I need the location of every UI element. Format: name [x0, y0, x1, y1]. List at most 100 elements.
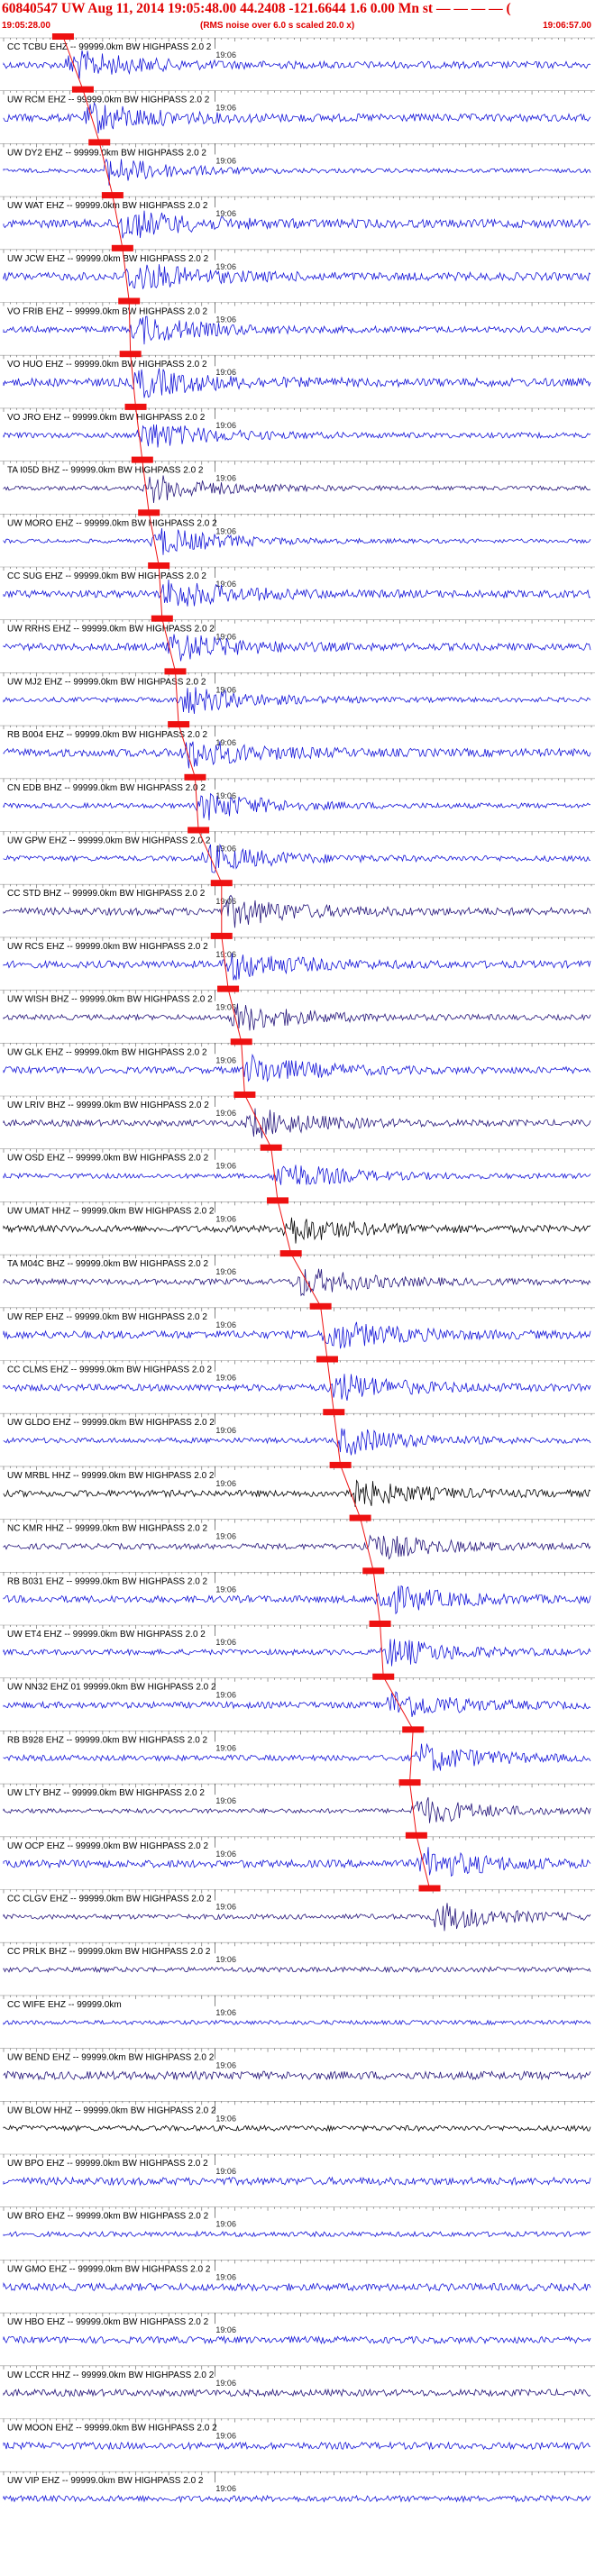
- minute-tick-label: 19:06: [215, 685, 236, 694]
- trace-label: UW NN32 EHZ 01 99999.0km BW HIGHPASS 2.0…: [7, 1683, 216, 1693]
- waveform-trace: [3, 579, 591, 607]
- trace-label: CN EDB BHZ -- 99999.0km BW HIGHPASS 2.0 …: [7, 783, 206, 793]
- trace-label: UW LTY BHZ -- 99999.0km BW HIGHPASS 2.0 …: [7, 1788, 205, 1798]
- waveform-trace: [3, 843, 591, 873]
- trace-label: NC KMR HHZ -- 99999.0km BW HIGHPASS 2.0 …: [7, 1524, 208, 1534]
- trace-label: CC SUG EHZ -- 99999.0km BW HIGHPASS 2.0 …: [7, 571, 206, 581]
- trace-label: UW BEND EHZ -- 99999.0km BW HIGHPASS 2.0…: [7, 2053, 215, 2063]
- waveform-trace: [3, 2230, 591, 2238]
- minute-tick-label: 19:06: [215, 1055, 236, 1064]
- waveform-trace: [3, 210, 591, 239]
- minute-tick-label: 19:06: [215, 526, 236, 535]
- waveform-trace: [3, 315, 591, 345]
- minute-tick-label: 19:06: [215, 950, 236, 959]
- trace-label: UW GMO EHZ -- 99999.0km BW HIGHPASS 2.0 …: [7, 2264, 211, 2274]
- trace-label: UW HBO EHZ -- 99999.0km BW HIGHPASS 2.0 …: [7, 2317, 209, 2327]
- trace-label: UW OSD EHZ -- 99999.0km BW HIGHPASS 2.0 …: [7, 1154, 209, 1164]
- minute-tick-label: 19:06: [215, 2008, 236, 2017]
- minute-tick-label: 19:06: [215, 2114, 236, 2123]
- waveform-trace: [3, 1053, 591, 1082]
- minute-tick-label: 19:06: [215, 1214, 236, 1223]
- trace-label: VO HUO EHZ -- 99999.0km BW HIGHPASS 2.0 …: [7, 360, 207, 370]
- waveform-trace: [3, 1374, 591, 1401]
- waveform-trace: [3, 1165, 591, 1185]
- trace-label: UW LCCR HHZ -- 99999.0km BW HIGHPASS 2.0…: [7, 2370, 215, 2380]
- minute-tick-label: 19:06: [215, 2220, 236, 2229]
- trace-label: UW RRHS EHZ -- 99999.0km BW HIGHPASS 2.0…: [7, 625, 215, 635]
- minute-tick-label: 19:06: [215, 1743, 236, 1752]
- minute-tick-label: 19:06: [215, 104, 236, 113]
- trace-label: CC CLMS EHZ -- 99999.0km BW HIGHPASS 2.0…: [7, 1366, 213, 1375]
- trace-label: CC WIFE EHZ -- 99999.0km: [7, 2000, 122, 2010]
- waveform-trace: [3, 1003, 591, 1031]
- waveform-trace: [3, 792, 591, 821]
- minute-tick-label: 19:06: [215, 2061, 236, 2070]
- trace-label: CC PRLK BHZ -- 99999.0km BW HIGHPASS 2.0…: [7, 1947, 211, 1957]
- minute-tick-label: 19:06: [215, 2432, 236, 2441]
- trace-label: RB B004 EHZ -- 99999.0km BW HIGHPASS 2.0…: [7, 730, 208, 740]
- waveform-trace: [3, 50, 591, 79]
- trace-label: UW UMAT HHZ -- 99999.0km BW HIGHPASS 2.0…: [7, 1206, 215, 1216]
- minute-tick-label: 19:06: [215, 1796, 236, 1805]
- minute-tick-label: 19:06: [215, 262, 236, 271]
- waveform-trace: [3, 528, 591, 555]
- minute-tick-label: 19:06: [215, 421, 236, 430]
- trace-label: UW RCM EHZ -- 99999.0km BW HIGHPASS 2.0 …: [7, 96, 210, 105]
- end-time-label: 19:06:57.00: [543, 21, 591, 31]
- minute-tick-label: 19:06: [215, 1532, 236, 1541]
- trace-label: TA I05D BHZ -- 99999.0km BW HIGHPASS 2.0…: [7, 466, 204, 476]
- minute-tick-label: 19:06: [215, 2167, 236, 2176]
- minute-tick-label: 19:06: [215, 1374, 236, 1383]
- waveform-trace: [3, 1847, 591, 1877]
- trace-label: UW ET4 EHZ -- 99999.0km BW HIGHPASS 2.0 …: [7, 1630, 206, 1640]
- minute-tick-label: 19:06: [215, 1850, 236, 1859]
- waveform-trace: [3, 894, 591, 928]
- minute-tick-label: 19:06: [215, 1320, 236, 1329]
- waveform-trace: [3, 1108, 591, 1138]
- trace-label: UW BRO EHZ -- 99999.0km BW HIGHPASS 2.0 …: [7, 2212, 209, 2222]
- waveform-trace: [3, 1428, 591, 1456]
- minute-tick-label: 19:06: [215, 1638, 236, 1647]
- waveform-trace: [3, 741, 591, 769]
- trace-label: TA M04C BHZ -- 99999.0km BW HIGHPASS 2.0…: [7, 1259, 208, 1269]
- trace-label: RB B928 EHZ -- 99999.0km BW HIGHPASS 2.0…: [7, 1735, 208, 1745]
- waveform-trace: [3, 475, 591, 504]
- trace-label: UW LRIV BHZ -- 99999.0km BW HIGHPASS 2.0…: [7, 1101, 209, 1110]
- minute-tick-label: 19:06: [215, 2272, 236, 2281]
- minute-tick-label: 19:06: [215, 50, 236, 59]
- trace-label: CC CLGV EHZ -- 99999.0km BW HIGHPASS 2.0…: [7, 1895, 212, 1905]
- waveform-trace: [3, 2124, 591, 2133]
- minute-tick-label: 19:06: [215, 1691, 236, 1700]
- minute-tick-label: 19:06: [215, 1955, 236, 1964]
- minute-tick-label: 19:06: [215, 1903, 236, 1912]
- trace-label: UW WISH BHZ -- 99999.0km BW HIGHPASS 2.0…: [7, 995, 213, 1005]
- waveform-trace: [3, 158, 591, 186]
- waveform-trace: [3, 1585, 591, 1615]
- trace-label: UW RCS EHZ -- 99999.0km BW HIGHPASS 2.0 …: [7, 942, 208, 952]
- waveform-trace: [3, 634, 591, 662]
- minute-tick-label: 19:06: [215, 2325, 236, 2334]
- waveform-trace: [3, 2334, 591, 2345]
- start-time-label: 19:05:28.00: [2, 21, 50, 31]
- trace-label: CC STD BHZ -- 99999.0km BW HIGHPASS 2.0 …: [7, 889, 206, 899]
- trace-label: VO JRO EHZ -- 99999.0km BW HIGHPASS 2.0 …: [7, 413, 206, 423]
- waveform-trace: [3, 2281, 591, 2292]
- waveform-trace: [3, 2069, 591, 2081]
- waveform-trace: [3, 1268, 591, 1297]
- waveform-trace: [3, 1534, 591, 1560]
- pick-marker: [418, 1885, 441, 1892]
- minute-tick-label: 19:06: [215, 315, 236, 324]
- trace-label: UW WAT EHZ -- 99999.0km BW HIGHPASS 2.0 …: [7, 201, 208, 211]
- trace-label: UW GPW EHZ -- 99999.0km BW HIGHPASS 2.0 …: [7, 836, 211, 846]
- minute-tick-label: 19:06: [215, 2484, 236, 2493]
- trace-label: UW DY2 EHZ -- 99999.0km BW HIGHPASS 2.0 …: [7, 148, 206, 158]
- plot-header: 60840547 UW Aug 11, 2014 19:05:48.00 44.…: [0, 0, 595, 36]
- trace-label: UW GLDO EHZ -- 99999.0km BW HIGHPASS 2.0…: [7, 1418, 215, 1428]
- waveform-trace: [3, 1479, 591, 1507]
- waveform-trace: [3, 953, 591, 981]
- waveform-trace: [3, 2019, 591, 2026]
- waveform-trace: [3, 1691, 591, 1717]
- waveform-trace: [3, 1903, 591, 1932]
- waveform-trace: [3, 1217, 591, 1244]
- minute-tick-label: 19:06: [215, 209, 236, 218]
